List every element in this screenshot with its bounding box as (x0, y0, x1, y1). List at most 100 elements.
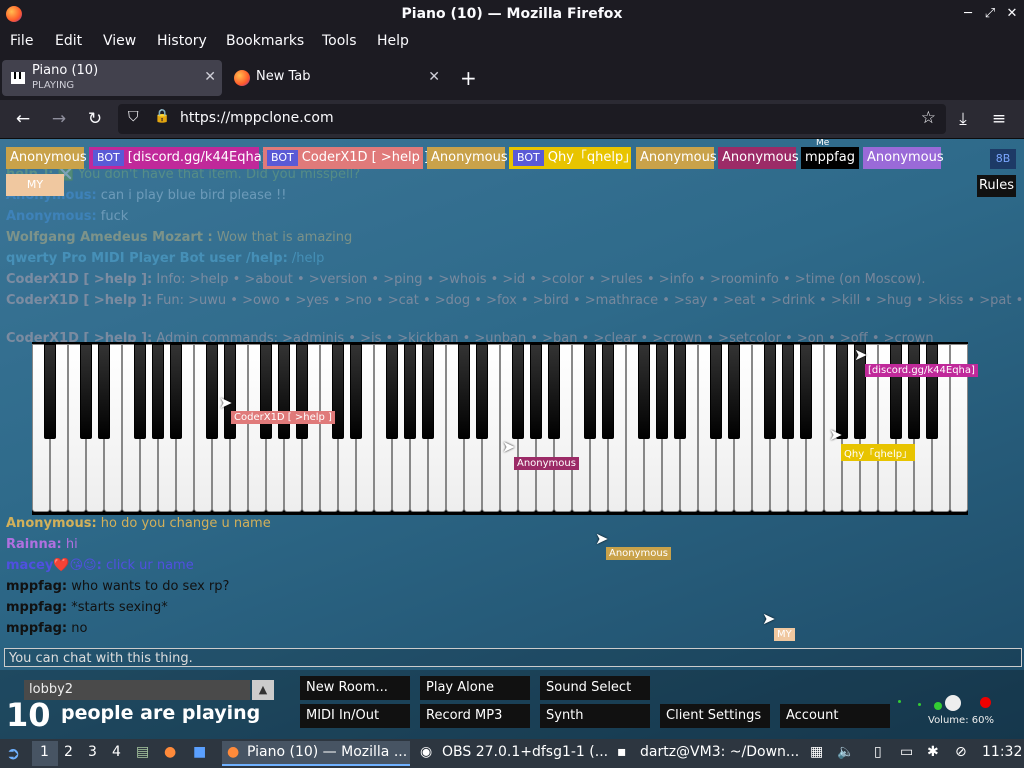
taskbar-app[interactable]: OBS 27.0.1+dfsg1-1 (... (442, 744, 608, 760)
room-select[interactable]: lobby2 (24, 680, 250, 700)
address-bar[interactable]: ⛉ 🔒 https://mppclone.com ☆ (118, 104, 946, 134)
black-key[interactable] (908, 344, 920, 439)
workspace-1[interactable]: 1 (40, 744, 49, 760)
workspace-4[interactable]: 4 (112, 744, 121, 760)
black-key[interactable] (800, 344, 812, 439)
black-key[interactable] (782, 344, 794, 439)
taskbar-app[interactable]: dartz@VM3: ~/Down... (640, 744, 799, 760)
black-key[interactable] (548, 344, 560, 439)
workspace-3[interactable]: 3 (88, 744, 97, 760)
black-key[interactable] (890, 344, 902, 439)
piano-keyboard[interactable] (32, 342, 968, 515)
close-tab-icon[interactable]: ✕ (428, 69, 440, 85)
back-icon[interactable]: ← (12, 108, 34, 130)
download-icon[interactable]: ⤓ (952, 108, 974, 130)
black-key[interactable] (170, 344, 182, 439)
black-key[interactable] (206, 344, 218, 439)
chat-input[interactable]: You can chat with this thing. (4, 648, 1022, 667)
black-key[interactable] (296, 344, 308, 439)
new-tab-icon[interactable]: + (460, 66, 477, 90)
display-icon[interactable]: ▭ (900, 744, 913, 760)
rules-button[interactable]: Rules (977, 175, 1016, 197)
black-key[interactable] (530, 344, 542, 439)
black-key[interactable] (260, 344, 272, 439)
black-key[interactable] (404, 344, 416, 439)
user-chip[interactable]: Anonymous (718, 147, 799, 169)
url-text[interactable]: https://mppclone.com (180, 110, 334, 126)
file-manager-icon[interactable]: ▤ (136, 744, 149, 760)
user-chip[interactable]: Anonymous (636, 147, 717, 169)
black-key[interactable] (134, 344, 146, 439)
synth-button[interactable]: Synth (540, 704, 650, 728)
user-chip[interactable]: BOT [discord.gg/k44Eqha] (89, 147, 267, 169)
user-chip[interactable]: Anonymous (863, 147, 944, 169)
black-key[interactable] (638, 344, 650, 439)
record-mp3-button[interactable]: Record MP3 (420, 704, 530, 728)
account-button[interactable]: Account (780, 704, 890, 728)
black-key[interactable] (602, 344, 614, 439)
black-key[interactable] (728, 344, 740, 439)
black-key[interactable] (44, 344, 56, 439)
black-key[interactable] (710, 344, 722, 439)
black-key[interactable] (80, 344, 92, 439)
network-icon[interactable]: ⊘ (955, 744, 967, 760)
menu-icon[interactable]: ≡ (988, 108, 1010, 130)
menu-tools[interactable]: Tools (322, 33, 357, 49)
tab-piano[interactable]: Piano (10) PLAYING ✕ (2, 60, 222, 96)
black-key[interactable] (476, 344, 488, 439)
user-chip[interactable]: Anonymous (427, 147, 508, 169)
window-icon[interactable]: ■ (193, 744, 206, 760)
black-key[interactable] (98, 344, 110, 439)
new-room-button[interactable]: New Room... (300, 676, 410, 700)
black-key[interactable] (422, 344, 434, 439)
black-key[interactable] (674, 344, 686, 439)
black-key[interactable] (584, 344, 596, 439)
black-key[interactable] (278, 344, 290, 439)
sound-select-button[interactable]: Sound Select (540, 676, 650, 700)
menu-help[interactable]: Help (377, 33, 409, 49)
maximize-icon[interactable]: ⤢ (980, 4, 1000, 24)
black-key[interactable] (224, 344, 236, 439)
clipboard-icon[interactable]: ▦ (810, 744, 823, 760)
reload-icon[interactable]: ↻ (84, 108, 106, 130)
black-key[interactable] (332, 344, 344, 439)
close-icon[interactable]: ✕ (1002, 4, 1022, 24)
minimize-icon[interactable]: ─ (958, 4, 978, 24)
black-key[interactable] (764, 344, 776, 439)
black-key[interactable] (152, 344, 164, 439)
black-key[interactable] (926, 344, 938, 439)
menu-history[interactable]: History (157, 33, 207, 49)
volume-knob[interactable] (945, 695, 961, 711)
firefox-icon[interactable]: ● (164, 744, 176, 760)
black-key[interactable] (350, 344, 362, 439)
black-key[interactable] (656, 344, 668, 439)
menu-bookmarks[interactable]: Bookmarks (226, 33, 304, 49)
my-chip[interactable]: MY (6, 174, 64, 196)
midi-button[interactable]: MIDI In/Out (300, 704, 410, 728)
black-key[interactable] (386, 344, 398, 439)
close-tab-icon[interactable]: ✕ (204, 69, 216, 85)
workspace-2[interactable]: 2 (64, 744, 73, 760)
menu-view[interactable]: View (103, 33, 136, 49)
user-chip[interactable]: BOT CoderX1D [ >help ] (263, 147, 429, 169)
user-chip[interactable]: Anonymous (6, 147, 87, 169)
tab-new-tab[interactable]: New Tab ✕ (226, 60, 446, 96)
shield-icon[interactable]: ⛉ (128, 109, 139, 125)
black-key[interactable] (458, 344, 470, 439)
black-key[interactable] (512, 344, 524, 439)
bluetooth-icon[interactable]: ✱ (927, 744, 939, 760)
star-icon[interactable]: ☆ (921, 108, 936, 128)
room-dropdown-icon[interactable]: ▲ (252, 680, 274, 700)
menu-edit[interactable]: Edit (55, 33, 82, 49)
lock-icon[interactable]: 🔒 (154, 109, 170, 124)
volume-icon[interactable]: 🔈 (837, 744, 854, 760)
sync-icon[interactable]: 8B (990, 149, 1016, 169)
menu-file[interactable]: File (10, 33, 33, 49)
client-settings-button[interactable]: Client Settings (660, 704, 770, 728)
taskbar-app[interactable]: Piano (10) — Mozilla ... (247, 744, 407, 760)
user-chip[interactable]: BOT Qhy「qhelp」 (509, 147, 636, 169)
user-chip-me[interactable]: Me mppfag (801, 139, 859, 169)
play-alone-button[interactable]: Play Alone (420, 676, 530, 700)
notes-icon[interactable]: ▯ (874, 744, 882, 760)
forward-icon[interactable]: → (48, 108, 70, 130)
